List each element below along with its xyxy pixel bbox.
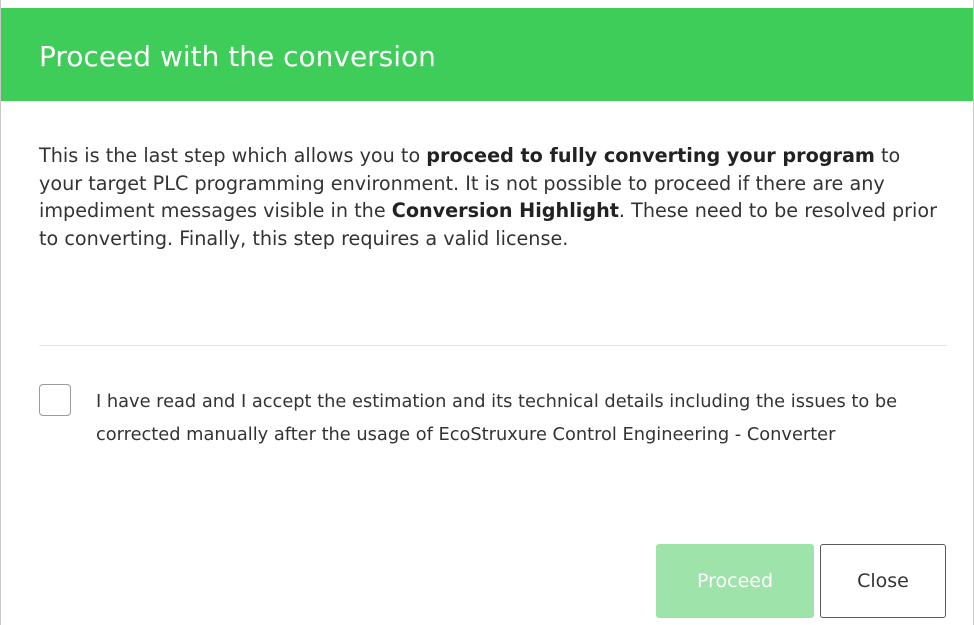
dialog-description: This is the last step which allows you t… bbox=[39, 142, 944, 252]
proceed-button[interactable]: Proceed bbox=[656, 544, 814, 618]
accept-checkbox-label[interactable]: I have read and I accept the estimation … bbox=[96, 386, 926, 451]
description-bold-proceed: proceed to fully converting your program bbox=[426, 144, 875, 167]
description-text-1: This is the last step which allows you t… bbox=[39, 144, 427, 167]
close-button[interactable]: Close bbox=[820, 544, 946, 618]
conversion-dialog: Proceed with the conversion This is the … bbox=[0, 0, 974, 625]
dialog-header: Proceed with the conversion bbox=[1, 8, 973, 101]
section-divider bbox=[39, 345, 947, 346]
accept-checkbox[interactable] bbox=[39, 384, 71, 416]
dialog-title: Proceed with the conversion bbox=[39, 40, 436, 73]
description-bold-conversion-highlight: Conversion Highlight bbox=[391, 199, 619, 222]
